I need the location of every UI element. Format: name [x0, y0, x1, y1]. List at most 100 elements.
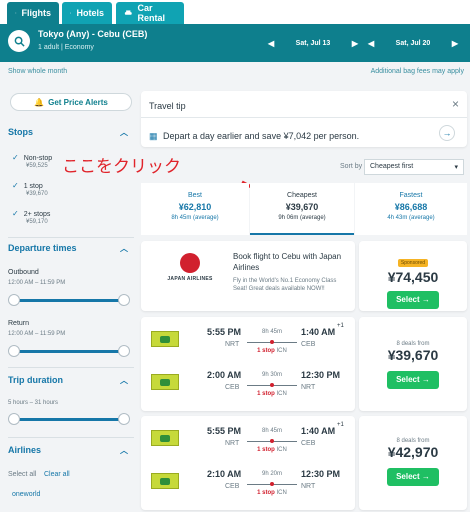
stop-dot: [270, 482, 274, 486]
slider-handle-start[interactable]: [8, 345, 20, 357]
depart-date-picker[interactable]: ◀ Sat, Jul 13 ▶: [264, 24, 362, 62]
travel-tip-title: Travel tip: [149, 101, 186, 111]
divider: [8, 367, 134, 368]
chevron-up-icon[interactable]: ︿: [120, 127, 128, 138]
stop-filter-nonstop[interactable]: ✓ Non-stop ¥59,525: [12, 153, 53, 169]
stop-label: Non-stop: [23, 155, 53, 162]
route-line: [247, 482, 297, 486]
slider-handle-start[interactable]: [8, 294, 20, 306]
dep-code: NRT: [225, 341, 240, 348]
sort-tab-price: ¥62,810: [178, 202, 212, 212]
ad-airline-name: JAPAN AIRLINES: [167, 276, 213, 282]
next-depart-icon[interactable]: ▶: [352, 39, 358, 48]
clear-all-link[interactable]: Clear all: [44, 471, 70, 478]
prev-depart-icon[interactable]: ◀: [268, 39, 274, 48]
select-all-link[interactable]: Select all: [8, 471, 36, 478]
jal-logo: JAPAN AIRLINES: [155, 253, 225, 293]
chevron-up-icon[interactable]: ︿: [120, 243, 128, 254]
tip-arrow-button[interactable]: →: [439, 125, 455, 141]
sort-tab-fastest[interactable]: Fastest ¥86,688 4h 43m (average): [355, 183, 467, 235]
show-whole-month-link[interactable]: Show whole month: [8, 68, 67, 75]
stop-count: 1 stop: [257, 447, 275, 453]
departure-times-heading[interactable]: Departure times: [8, 243, 77, 253]
route-text[interactable]: Tokyo (Any) - Cebu (CEB): [38, 29, 147, 39]
stop-price: ¥59,170: [26, 219, 48, 225]
slider-handle-start[interactable]: [8, 413, 20, 425]
next-day-indicator: +1: [337, 323, 344, 329]
outbound-slider[interactable]: [8, 294, 130, 306]
chevron-up-icon[interactable]: ︿: [120, 375, 128, 386]
price-alerts-button[interactable]: 🔔 Get Price Alerts: [10, 93, 132, 111]
ad-headline: Book flight to Cebu with Japan Airlines: [233, 252, 342, 272]
sort-tab-cheapest[interactable]: Cheapest ¥39,670 9h 06m (average): [250, 183, 354, 235]
tab-car-rental-label: Car Rental: [137, 3, 166, 23]
stop-filter-1stop[interactable]: ✓ 1 stop ¥39,670: [12, 181, 48, 197]
tab-flights[interactable]: Flights: [7, 2, 59, 24]
airline-logo: [151, 374, 179, 390]
stop-via: ICN: [276, 348, 287, 354]
stop-via: ICN: [276, 391, 287, 397]
ad-price: ¥74,450: [387, 269, 439, 285]
ad-price-panel: Sponsored ¥74,450 Select →: [359, 241, 467, 311]
price-alerts-label: Get Price Alerts: [48, 97, 108, 107]
tab-hotels-label: Hotels: [76, 8, 104, 18]
sort-tab-duration: 8h 45m (average): [171, 215, 219, 221]
next-return-icon[interactable]: ▶: [452, 39, 458, 48]
stop-info: 1 stop ICN: [247, 490, 297, 496]
arr-code: CEB: [301, 440, 316, 447]
sort-tab-best[interactable]: Best ¥62,810 8h 45m (average): [141, 183, 249, 235]
sort-selected: Cheapest first: [370, 163, 414, 170]
ad-select-button[interactable]: Select →: [387, 291, 439, 309]
route-line: [247, 383, 297, 387]
arr-code: CEB: [301, 341, 316, 348]
select-button[interactable]: Select →: [387, 468, 439, 486]
sponsored-ad-card[interactable]: JAPAN AIRLINES Book flight to Cebu with …: [141, 241, 355, 311]
stop-price: ¥59,525: [26, 163, 48, 169]
stop-label: 2+ stops: [23, 211, 51, 218]
close-icon[interactable]: ×: [452, 97, 459, 111]
flight-result-card[interactable]: 5:55 PM NRT 8h 45m 1 stop ICN 1:40 AM +1…: [141, 317, 355, 411]
oneworld-filter[interactable]: oneworld: [12, 491, 40, 498]
select-button[interactable]: Select →: [387, 371, 439, 389]
leg-duration: 8h 45m: [261, 428, 282, 434]
return-date-picker[interactable]: ◀ Sat, Jul 20 ▶: [364, 24, 462, 62]
prev-return-icon[interactable]: ◀: [368, 39, 374, 48]
chevron-up-icon[interactable]: ︿: [120, 445, 128, 456]
stop-info: 1 stop ICN: [247, 447, 297, 453]
stop-filter-2plus[interactable]: ✓ 2+ stops ¥59,170: [12, 209, 51, 225]
slider-handle-end[interactable]: [118, 294, 130, 306]
stop-count: 1 stop: [257, 391, 275, 397]
airline-logo: [151, 430, 179, 446]
flight-result-card[interactable]: 5:55 PM NRT 8h 45m 1 stop ICN 1:40 AM +1…: [141, 416, 355, 510]
arr-time: 1:40 AM: [301, 327, 336, 337]
result-price-panel: 8 deals from ¥39,670 Select →: [359, 317, 467, 411]
dep-time: 5:55 PM: [207, 426, 242, 436]
passenger-class[interactable]: 1 adult | Economy: [38, 44, 94, 51]
sort-by-label: Sort by: [340, 163, 363, 170]
dep-code: CEB: [225, 483, 240, 490]
stop-dot: [270, 383, 274, 387]
sort-tab-price: ¥86,688: [394, 202, 428, 212]
search-button[interactable]: [8, 30, 30, 52]
stop-label: 1 stop: [23, 183, 43, 190]
sort-tab-price: ¥39,670: [285, 202, 319, 212]
stops-heading[interactable]: Stops: [8, 127, 33, 137]
airlines-heading[interactable]: Airlines: [8, 445, 41, 455]
tab-car-rental[interactable]: Car Rental: [116, 2, 184, 24]
result-price-panel: 8 deals from ¥42,970 Select →: [359, 416, 467, 510]
bag-fees-link[interactable]: Additional bag fees may apply: [371, 68, 464, 75]
trip-duration-slider[interactable]: [8, 413, 130, 425]
arr-time: 12:30 PM: [301, 469, 341, 479]
trip-duration-heading[interactable]: Trip duration: [8, 375, 63, 385]
slider-handle-end[interactable]: [118, 345, 130, 357]
outbound-range: 12:00 AM – 11:59 PM: [8, 280, 66, 286]
sort-select[interactable]: Cheapest first ▾: [364, 159, 464, 175]
sort-tab-title: Cheapest: [287, 192, 317, 199]
trip-range: 5 hours – 31 hours: [8, 400, 59, 406]
slider-handle-end[interactable]: [118, 413, 130, 425]
product-tabs: Flights Hotels Car Rental: [0, 0, 470, 24]
stop-via: ICN: [276, 490, 287, 496]
tab-hotels[interactable]: Hotels: [62, 2, 112, 24]
search-icon: [14, 36, 25, 47]
return-slider[interactable]: [8, 345, 130, 357]
